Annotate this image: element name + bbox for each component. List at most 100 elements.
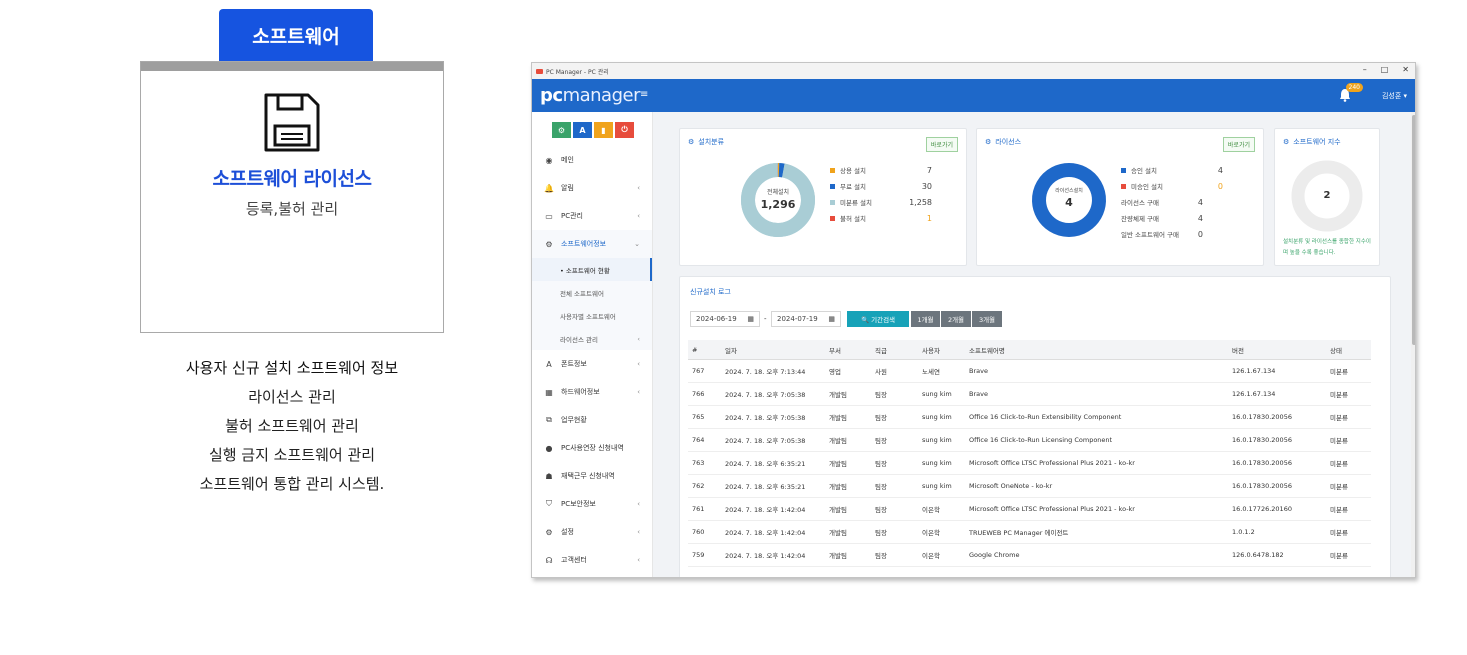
legend-value: 1 bbox=[926, 213, 932, 223]
table-cell: 개발팀 bbox=[829, 483, 847, 491]
table-cell: 763 bbox=[692, 459, 705, 467]
table-cell: Office 16 Click-to-Run Extensibility Com… bbox=[969, 413, 1122, 421]
range-3-month-button[interactable]: 3개월 bbox=[972, 311, 1002, 327]
sidebar-item-icon: ⚙ bbox=[545, 527, 553, 537]
table-row[interactable]: 762 2024. 7. 18. 오후 6:35:21 개발팀 팀장 sung kim M… bbox=[688, 475, 1371, 498]
date-from-input[interactable]: 2024-06-19 ▦ bbox=[690, 311, 760, 327]
sidebar-item-label: 알림 bbox=[561, 184, 574, 192]
date-to-input[interactable]: 2024-07-19 ▦ bbox=[771, 311, 841, 327]
table-row[interactable]: 763 2024. 7. 18. 오후 6:35:21 개발팀 팀장 sung kim M… bbox=[688, 452, 1371, 475]
sidebar-item[interactable]: ⛉ PC보안정보 ‹ bbox=[532, 490, 652, 518]
table-row[interactable]: 761 2024. 7. 18. 오후 1:42:04 개발팀 팀장 이은학 Micros… bbox=[688, 498, 1371, 521]
table-row[interactable]: 765 2024. 7. 18. 오후 7:05:38 개발팀 팀장 sung kim O… bbox=[688, 406, 1371, 429]
sidebar-subitem[interactable]: 전체 소프트웨어 bbox=[532, 281, 652, 304]
promo-description-line: 불허 소프트웨어 관리 bbox=[225, 417, 359, 435]
sidebar-subitem[interactable]: 사용자별 소프트웨어 bbox=[532, 304, 652, 327]
sidebar-subitem[interactable]: • 소프트웨어 현황 bbox=[532, 258, 652, 281]
font-quick-button[interactable]: A bbox=[573, 122, 592, 138]
settings-quick-button[interactable]: ⚙ bbox=[552, 122, 571, 138]
sidebar-item[interactable]: ☗ 재택근무 신청내역 bbox=[532, 462, 652, 490]
install-donut-center: 전체설치 1,296 bbox=[740, 187, 816, 211]
sidebar-item[interactable]: ⚙ 설정 ‹ bbox=[532, 518, 652, 546]
install-center-value: 1,296 bbox=[760, 198, 796, 211]
minimize-icon[interactable]: – bbox=[1363, 65, 1367, 74]
user-menu[interactable]: 김성훈 ▾ bbox=[1382, 91, 1407, 101]
sidebar-item[interactable]: ☊ 고객센터 ‹ bbox=[532, 546, 652, 574]
stat-label: 일반 소프트웨어 구매 bbox=[1121, 231, 1179, 239]
table-cell: 팀장 bbox=[875, 552, 887, 560]
column-header[interactable]: 직급 bbox=[871, 345, 918, 355]
sidebar-item-label: 재택근무 신청내역 bbox=[561, 472, 615, 480]
table-row[interactable]: 759 2024. 7. 18. 오후 1:42:04 개발팀 팀장 이은학 Google… bbox=[688, 544, 1371, 567]
table-cell: Microsoft Office LTSC Professional Plus … bbox=[969, 505, 1135, 513]
notification-badge: 240 bbox=[1345, 83, 1363, 92]
table-cell: 미분류 bbox=[1330, 368, 1348, 376]
table-row[interactable]: 766 2024. 7. 18. 오후 7:05:38 개발팀 팀장 sung kim B… bbox=[688, 383, 1371, 406]
column-header[interactable]: 상태 bbox=[1326, 345, 1371, 355]
install-goto-button[interactable]: 바로가기 bbox=[925, 137, 958, 152]
index-card-title-text: 소프트웨어 지수 bbox=[1293, 138, 1341, 146]
sidebar-item[interactable]: ◉ 메인 bbox=[532, 146, 652, 174]
menu-toggle-icon[interactable]: ≡ bbox=[640, 89, 648, 100]
table-cell: Brave bbox=[969, 367, 988, 375]
table-cell: 미분류 bbox=[1330, 437, 1348, 445]
calendar-icon[interactable]: ▦ bbox=[747, 315, 754, 323]
promo-description-line: 소프트웨어 통합 관리 시스템. bbox=[199, 475, 385, 493]
column-header[interactable]: 사용자 bbox=[918, 345, 965, 355]
table-cell: 미분류 bbox=[1330, 414, 1348, 422]
table-cell: 765 bbox=[692, 413, 705, 421]
legend-label: 승인 설치 bbox=[1131, 167, 1157, 175]
sidebar-item-label: 소프트웨어정보 bbox=[561, 240, 607, 248]
sidebar-item[interactable]: ⚙ 소프트웨어정보 ⌄ bbox=[532, 230, 652, 258]
sidebar-item[interactable]: A 폰트정보 ‹ bbox=[532, 350, 652, 378]
sidebar-item-label: 고객센터 bbox=[561, 556, 587, 564]
license-center-value: 4 bbox=[1065, 196, 1073, 209]
index-donut-center: 2 bbox=[1290, 188, 1364, 201]
sidebar-item-icon: ▭ bbox=[545, 211, 553, 221]
range-1-month-button[interactable]: 1개월 bbox=[911, 311, 940, 327]
sidebar-item[interactable]: 🔔 알림 ‹ bbox=[532, 174, 652, 202]
table-cell: 2024. 7. 18. 오후 7:05:38 bbox=[725, 391, 806, 399]
maximize-icon[interactable]: □ bbox=[1381, 65, 1389, 74]
sidebar-subitem[interactable]: 라이선스 관리 ‹ bbox=[532, 327, 652, 350]
index-center-value: 2 bbox=[1323, 190, 1331, 201]
sidebar-item[interactable]: ▭ PC관리 ‹ bbox=[532, 202, 652, 230]
sidebar-item[interactable]: ⧉ 업무현황 bbox=[532, 406, 652, 434]
table-cell: sung kim bbox=[922, 390, 952, 398]
device-quick-button[interactable]: ▮ bbox=[594, 122, 613, 138]
column-header[interactable]: 부서 bbox=[825, 345, 871, 355]
sidebar-item-icon: 🔔 bbox=[544, 183, 554, 193]
sidebar-item-icon: ▦ bbox=[545, 387, 553, 397]
column-header[interactable]: # bbox=[688, 346, 721, 354]
power-quick-button[interactable]: ⏻ bbox=[615, 122, 634, 138]
close-icon[interactable]: ✕ bbox=[1402, 65, 1409, 74]
table-cell: 이은학 bbox=[922, 552, 940, 560]
window-title: PC Manager - PC 관리 bbox=[546, 68, 609, 76]
sidebar-item-label: 메인 bbox=[561, 156, 574, 164]
sidebar-subitem-label: 라이선스 관리 bbox=[560, 335, 598, 344]
column-header[interactable]: 소프트웨어명 bbox=[965, 345, 1228, 355]
column-header[interactable]: 일자 bbox=[721, 345, 825, 355]
scrollbar-thumb[interactable] bbox=[1412, 115, 1415, 345]
sidebar-item[interactable]: ● PC사용연장 신청내역 bbox=[532, 434, 652, 462]
range-2-month-button[interactable]: 2개월 bbox=[941, 311, 971, 327]
logo[interactable]: pcmanager bbox=[540, 85, 640, 106]
column-header[interactable]: 버전 bbox=[1228, 345, 1326, 355]
license-card-title-text: 라이선스 bbox=[995, 138, 1022, 146]
license-donut-center: 라이선스설치 4 bbox=[1031, 187, 1107, 209]
table-row[interactable]: 760 2024. 7. 18. 오후 1:42:04 개발팀 팀장 이은학 TRUEWE… bbox=[688, 521, 1371, 544]
content-scrollbar[interactable] bbox=[1411, 112, 1415, 577]
floppy-disk-icon bbox=[264, 93, 320, 152]
software-tab[interactable]: 소프트웨어 bbox=[219, 9, 373, 62]
period-search-button[interactable]: 🔍 기간검색 bbox=[847, 311, 909, 327]
table-cell: 2024. 7. 18. 오후 7:05:38 bbox=[725, 414, 806, 422]
license-goto-button[interactable]: 바로가기 bbox=[1222, 137, 1255, 152]
table-cell: 팀장 bbox=[875, 483, 887, 491]
legend-value: 1,258 bbox=[909, 197, 932, 207]
sidebar-item[interactable]: ▦ 하드웨어정보 ‹ bbox=[532, 378, 652, 406]
calendar-icon[interactable]: ▦ bbox=[828, 315, 835, 323]
table-row[interactable]: 767 2024. 7. 18. 오후 7:13:44 영업 사원 노세연 Brave 12… bbox=[688, 360, 1371, 383]
table-row[interactable]: 764 2024. 7. 18. 오후 7:05:38 개발팀 팀장 sung kim O… bbox=[688, 429, 1371, 452]
legend-swatch bbox=[830, 183, 835, 189]
legend-label: 불허 설치 bbox=[840, 215, 866, 223]
